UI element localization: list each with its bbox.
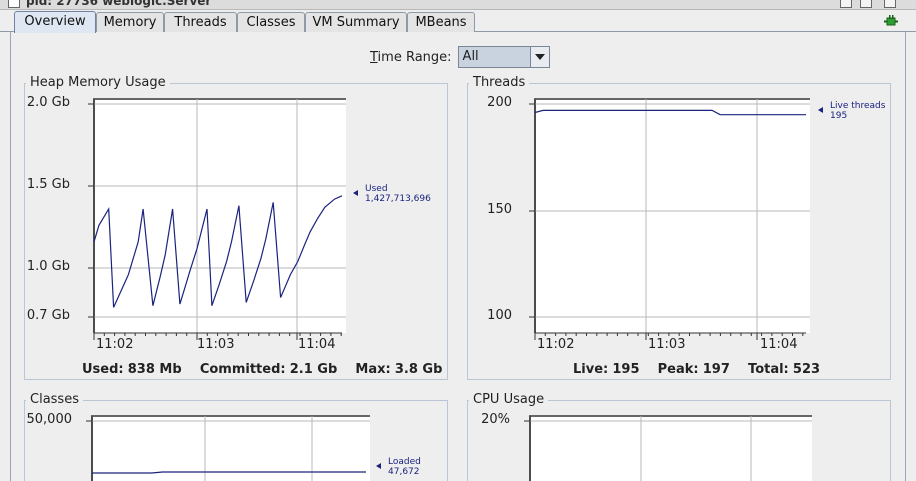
y-tick-label: 2.0 Gb	[26, 95, 70, 110]
x-tick-label: 11:03	[648, 337, 686, 352]
x-tick-label: 11:04	[298, 337, 336, 352]
y-tick-label: 50,000	[26, 412, 73, 427]
y-tick-label: 100	[487, 308, 512, 323]
y-tick-label: 1.0 Gb	[26, 259, 70, 274]
y-tick-label: 1.5 Gb	[26, 177, 70, 192]
cpu-usage-chart	[524, 415, 812, 481]
y-tick-label: 150	[487, 202, 512, 217]
y-tick-label: 20%	[481, 412, 510, 427]
x-tick-label: 11:04	[760, 337, 798, 352]
plot-area	[530, 416, 812, 481]
x-tick-label: 11:02	[537, 337, 575, 352]
y-tick-label: 0.7 Gb	[26, 308, 70, 323]
x-tick-label: 11:03	[197, 337, 235, 352]
y-tick-label: 200	[487, 95, 512, 110]
x-tick-label: 11:02	[96, 337, 134, 352]
